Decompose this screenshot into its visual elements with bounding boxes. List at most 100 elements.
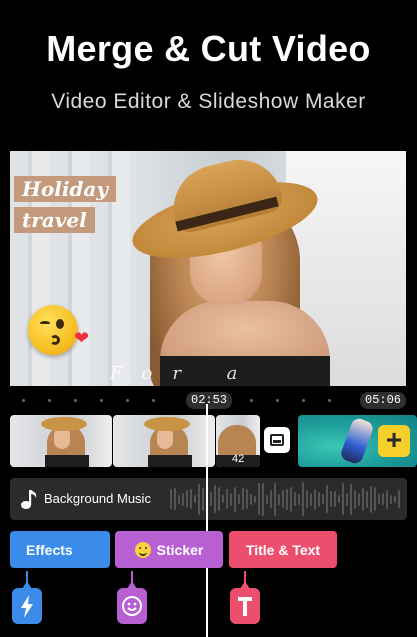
waveform-bar: [194, 495, 196, 503]
background-music-track[interactable]: Background Music: [10, 478, 407, 520]
music-label: Background Music: [44, 491, 151, 506]
waveform-bar: [294, 492, 296, 506]
current-time: 02:53: [186, 392, 233, 409]
ruler-dot: [152, 399, 155, 402]
waveform-bar: [278, 493, 280, 505]
sticker-button[interactable]: Sticker: [115, 531, 223, 568]
thumb-top: [44, 455, 89, 467]
waveform-bar: [334, 491, 336, 507]
plus-icon: +: [385, 424, 403, 455]
waveform-bar: [366, 490, 368, 508]
video-preview[interactable]: Holiday travel ❤ For a Moment: [10, 151, 406, 386]
waveform-bar: [330, 491, 332, 507]
waveform-bar: [302, 482, 304, 516]
heart-icon: ❤: [74, 328, 90, 348]
waveform-bar: [198, 483, 200, 515]
emoji-wink-eye: [40, 321, 50, 325]
music-note-icon: [21, 490, 37, 509]
text-overlay-holiday[interactable]: Holiday: [14, 176, 116, 202]
waveform-bar: [310, 492, 312, 506]
waveform-bar: [174, 488, 176, 510]
waveform-bar: [326, 485, 328, 513]
headline: Merge & Cut Video: [46, 28, 371, 69]
video-timeline[interactable]: 42 +: [10, 415, 417, 467]
time-ruler: 02:53 05:06: [0, 392, 417, 412]
playhead[interactable]: [206, 404, 208, 637]
waveform-bar: [378, 494, 380, 504]
waveform-bar: [266, 494, 268, 504]
clip-thumbnail[interactable]: [10, 415, 112, 467]
waveform-bar: [370, 485, 372, 513]
waveform-bar: [318, 491, 320, 507]
waveform-bar: [350, 483, 352, 515]
waveform-bar: [386, 489, 388, 509]
total-time: 05:06: [360, 392, 407, 409]
waveform-bar: [170, 489, 172, 509]
thumb-hat: [40, 417, 87, 431]
waveform-bar: [394, 495, 396, 503]
lightning-icon: [21, 595, 33, 618]
sticker-marker[interactable]: [117, 581, 147, 624]
effects-button[interactable]: Effects: [10, 531, 110, 568]
text-overlay-travel[interactable]: travel: [14, 207, 95, 233]
watermark-text: For a Moment: [110, 363, 286, 386]
ruler-dot: [74, 399, 77, 402]
waveform-bar: [262, 482, 264, 516]
add-clip-button[interactable]: +: [378, 425, 410, 457]
clip-number: 42: [232, 453, 245, 465]
kiss-emoji-icon[interactable]: [28, 305, 78, 355]
waveform-bar: [178, 494, 180, 504]
clip-thumbnail[interactable]: [113, 415, 215, 467]
waveform-bar: [306, 490, 308, 508]
ruler-dot: [302, 399, 305, 402]
waveform-bar: [186, 490, 188, 508]
thumb-top: [147, 455, 192, 467]
emoji-open-eye: [56, 319, 64, 329]
waveform-bar: [290, 486, 292, 512]
waveform-bar: [246, 489, 248, 509]
waveform-bar: [234, 486, 236, 512]
ruler-dot: [48, 399, 51, 402]
waveform-bar: [202, 487, 204, 511]
waveform-bar: [270, 490, 272, 508]
waveform-bar: [338, 495, 340, 503]
ruler-dot: [100, 399, 103, 402]
title-marker[interactable]: [230, 581, 260, 624]
ruler-dot: [22, 399, 25, 402]
effects-marker[interactable]: [12, 581, 42, 624]
text-t-icon: [238, 597, 252, 616]
waveform-bar: [222, 495, 224, 503]
waveform-bar: [238, 494, 240, 504]
thumb-hat: [143, 417, 190, 431]
sticker-label: Sticker: [156, 541, 204, 558]
smiley-icon: [134, 541, 151, 558]
ruler-dot: [276, 399, 279, 402]
waveform-bar: [354, 489, 356, 509]
ruler-dot: [126, 399, 129, 402]
waveform-bar: [218, 487, 220, 511]
waveform-bar: [314, 488, 316, 510]
waveform-bar: [286, 488, 288, 510]
waveform-bar: [374, 487, 376, 511]
waveform-bar: [282, 490, 284, 508]
smiley-marker-icon: [122, 596, 142, 616]
waveform-bar: [226, 489, 228, 509]
waveform-bar: [242, 488, 244, 510]
waveform-bar: [362, 487, 364, 511]
transition-icon[interactable]: [264, 427, 290, 453]
waveform-bar: [182, 492, 184, 506]
waveform-bar: [342, 483, 344, 515]
waveform-bar: [250, 493, 252, 505]
waveform-bar: [358, 492, 360, 506]
waveform-bar: [382, 493, 384, 505]
ruler-dot: [328, 399, 331, 402]
waveform-bar: [390, 494, 392, 504]
ruler-dot: [250, 399, 253, 402]
waveform-bar: [274, 482, 276, 516]
transition-glyph: [270, 434, 284, 446]
waveform-bar: [322, 494, 324, 504]
thumb-figure: [339, 416, 375, 466]
title-text-label: Title & Text: [245, 541, 321, 558]
subheadline: Video Editor & Slideshow Maker: [51, 90, 366, 113]
title-text-button[interactable]: Title & Text: [229, 531, 337, 568]
